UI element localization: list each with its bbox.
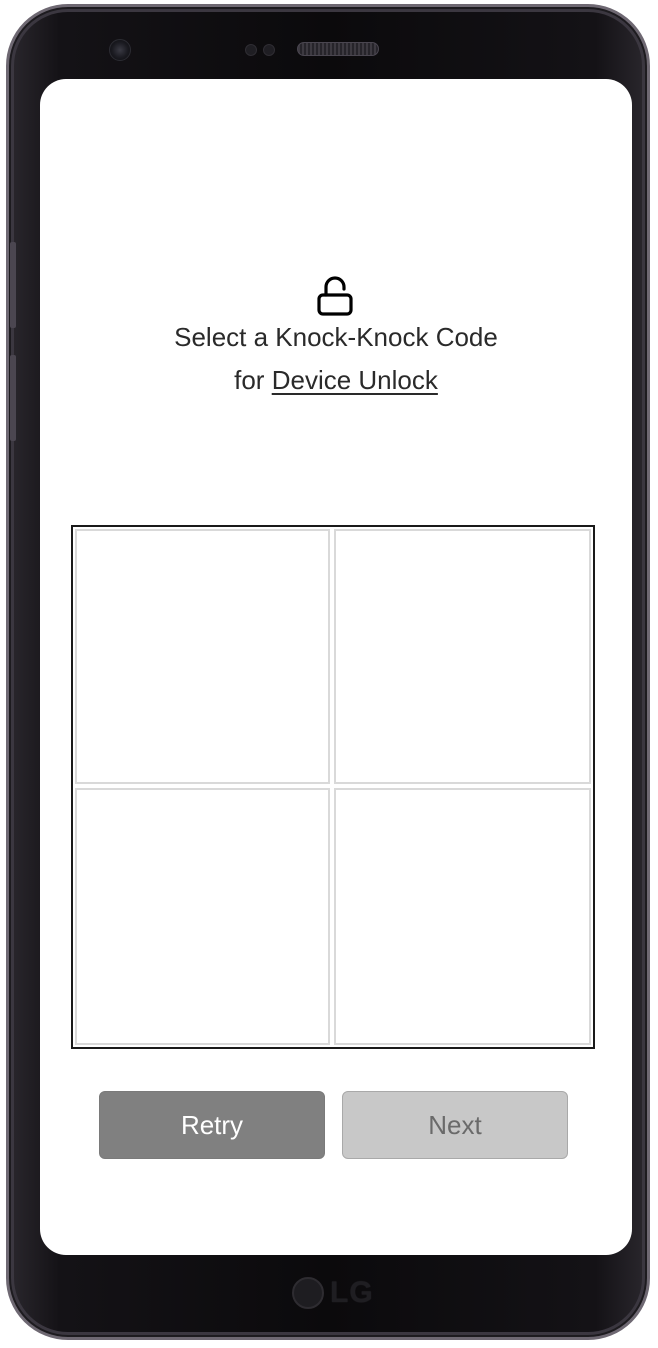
screen: Select a Knock-Knock Code for Device Unl… <box>40 79 632 1255</box>
brand-logo-text: LG <box>330 1276 374 1309</box>
volume-down-button[interactable] <box>10 355 16 441</box>
page-title: Select a Knock-Knock Code <box>174 322 498 352</box>
retry-button[interactable]: Retry <box>99 1091 325 1159</box>
page-subtitle: for Device Unlock <box>40 365 632 396</box>
unlocked-padlock-icon <box>317 276 353 316</box>
knock-cell-top-right[interactable] <box>334 529 591 784</box>
lg-logo-mark-icon <box>292 1277 324 1309</box>
knock-cell-bottom-left[interactable] <box>75 788 330 1045</box>
sensor-dot <box>263 44 275 56</box>
earpiece-speaker <box>297 42 379 56</box>
sensor-dot <box>245 44 257 56</box>
lg-logo: LG <box>292 1275 388 1311</box>
next-button[interactable]: Next <box>342 1091 568 1159</box>
knock-code-grid <box>71 525 595 1049</box>
subtitle-prefix: for <box>234 365 272 395</box>
knock-cell-top-left[interactable] <box>75 529 330 784</box>
device-unlock-link[interactable]: Device Unlock <box>272 365 438 395</box>
volume-up-button[interactable] <box>10 242 16 328</box>
phone-frame: Select a Knock-Knock Code for Device Unl… <box>6 4 650 1340</box>
knock-cell-bottom-right[interactable] <box>334 788 591 1045</box>
front-camera <box>109 39 131 61</box>
proximity-sensors <box>245 44 277 56</box>
